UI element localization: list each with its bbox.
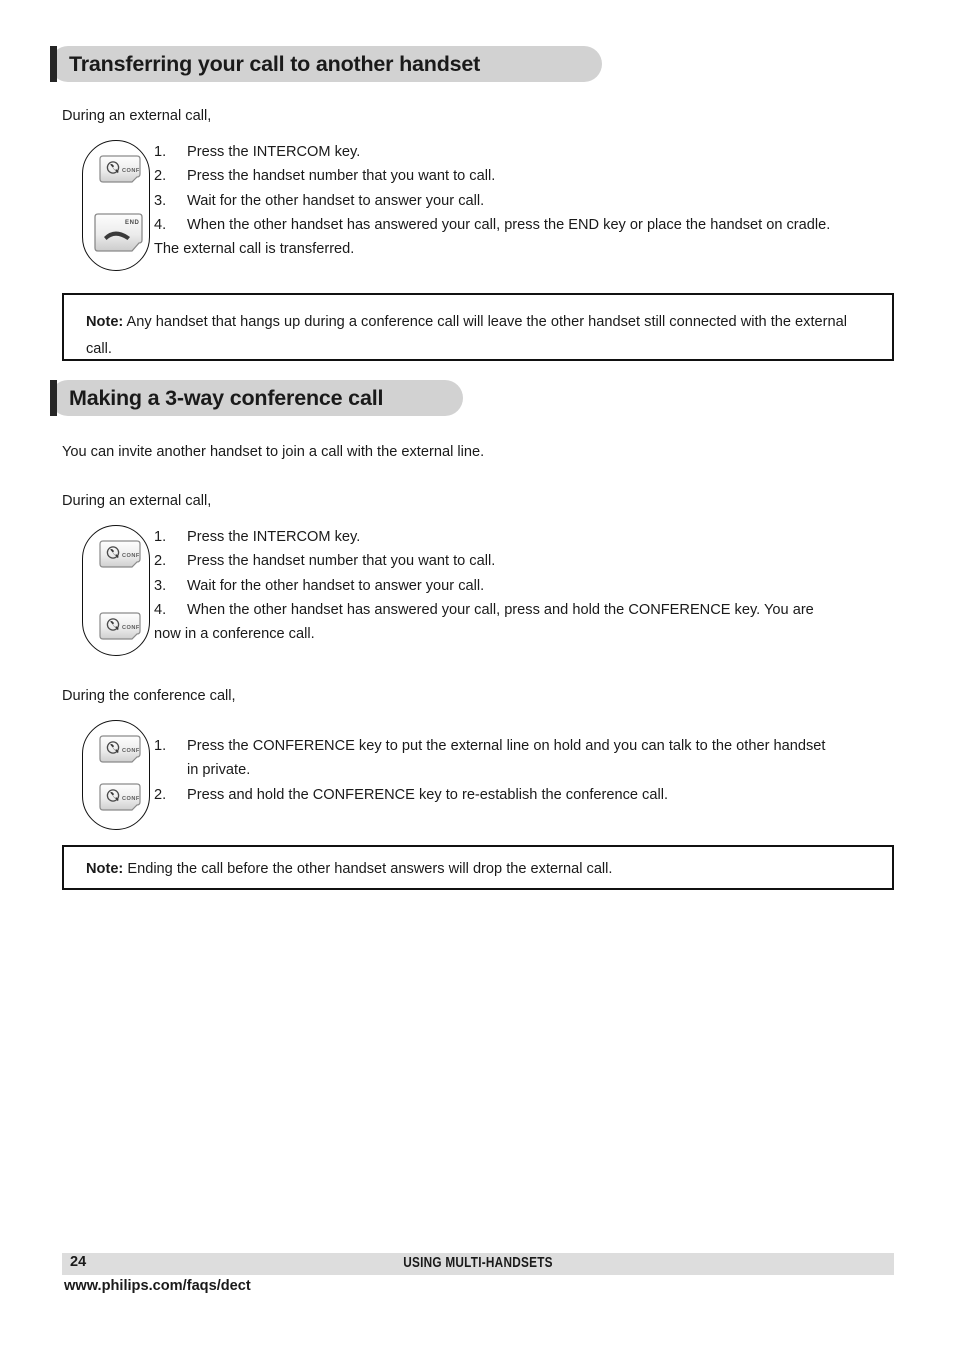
step-number: 3. <box>154 192 167 209</box>
procedure-block-conference-call: CONF CONF 1. Press the INTERCOM key. 2. … <box>82 525 892 660</box>
list-item: 3. Wait for the other handset to answer … <box>154 189 892 213</box>
note-box-conference-call: Note: Ending the call before the other h… <box>62 845 894 890</box>
footer-section-title: USING MULTI-HANDSETS <box>403 1255 553 1271</box>
list-item: 1. Press the CONFERENCE key to put the e… <box>154 734 892 758</box>
list-item: in private. <box>154 758 892 782</box>
note-box-transferring-call: Note: Any handset that hangs up during a… <box>62 293 894 361</box>
step-text: Wait for the other handset to answer you… <box>187 192 485 209</box>
note-body: Ending the call before the other handset… <box>123 861 613 877</box>
intro-text-section-3: During the conference call, <box>62 688 236 704</box>
step-number: 1. <box>154 144 167 160</box>
step-number: 4. <box>154 601 167 618</box>
list-item: 1. Press the INTERCOM key. <box>154 525 892 549</box>
procedure-bracket <box>82 140 150 271</box>
steps-list-section-2: 1. Press the INTERCOM key. 2. Press the … <box>154 525 892 646</box>
steps-list-section-3: 1. Press the CONFERENCE key to put the e… <box>154 734 892 807</box>
step-text: When the other handset has answered your… <box>187 601 814 618</box>
intro-text-section-2: During an external call, <box>62 493 212 509</box>
step-text: Press the handset number that you want t… <box>187 553 496 570</box>
step-number: 2. <box>154 553 167 570</box>
list-item: 2. Press and hold the CONFERENCE key to … <box>154 783 892 807</box>
step-text: Wait for the other handset to answer you… <box>187 577 485 594</box>
footer-page-number: 24 <box>70 1254 87 1270</box>
steps-list-section-1: 1. Press the INTERCOM key. 2. Press the … <box>154 140 892 261</box>
note-body: Any handset that hangs up during a confe… <box>86 314 847 357</box>
manual-page: Transferring your call to another handse… <box>0 0 954 1355</box>
footer-url: www.philips.com/faqs/dect <box>64 1278 251 1294</box>
procedure-trailing-text: The external call is transferred. <box>154 241 355 258</box>
page-title-transferring-call: Transferring your call to another handse… <box>69 51 481 76</box>
procedure-trailing-text: now in a conference call. <box>154 626 315 643</box>
step-number: 1. <box>154 529 167 545</box>
step-text: Press the INTERCOM key. <box>187 144 361 160</box>
step-text: Press and hold the CONFERENCE key to re-… <box>187 786 669 803</box>
step-number: 4. <box>154 216 167 233</box>
step-text: When the other handset has answered your… <box>187 216 831 233</box>
step-number <box>154 758 187 782</box>
step-number: 3. <box>154 577 167 594</box>
list-item: 2. Press the handset number that you wan… <box>154 164 892 188</box>
procedure-bracket <box>82 525 150 656</box>
section-header-transferring-call: Transferring your call to another handse… <box>50 46 602 82</box>
step-text: in private. <box>187 762 251 779</box>
lead-text-conference-call: You can invite another handset to join a… <box>62 444 485 460</box>
list-item: 4. When the other handset has answered y… <box>154 598 892 622</box>
step-text: Press the INTERCOM key. <box>187 529 361 545</box>
note-text: Note: Ending the call before the other h… <box>86 856 870 883</box>
step-number: 1. <box>154 738 167 754</box>
step-number: 2. <box>154 168 167 185</box>
step-number: 2. <box>154 786 167 803</box>
note-label: Note: <box>86 314 124 330</box>
note-label: Note: <box>86 861 124 877</box>
note-text: Note: Any handset that hangs up during a… <box>86 309 870 363</box>
procedure-block-during-conference: CONF CONF 1. Press the CONFERENCE key to… <box>82 720 892 832</box>
step-text: Press the handset number that you want t… <box>187 168 496 185</box>
intro-text-section-1: During an external call, <box>62 108 212 124</box>
page-title-conference-call: Making a 3-way conference call <box>69 385 384 410</box>
procedure-block-transferring-call: CONF END 1. Press the INTERCOM key. 2. P… <box>82 140 892 275</box>
list-item: 3. Wait for the other handset to answer … <box>154 574 892 598</box>
list-item: 1. Press the INTERCOM key. <box>154 140 892 164</box>
list-item: 2. Press the handset number that you wan… <box>154 549 892 573</box>
list-item: 4. When the other handset has answered y… <box>154 213 892 237</box>
step-text: Press the CONFERENCE key to put the exte… <box>187 738 826 754</box>
section-header-conference-call: Making a 3-way conference call <box>50 380 463 416</box>
procedure-bracket <box>82 720 150 830</box>
